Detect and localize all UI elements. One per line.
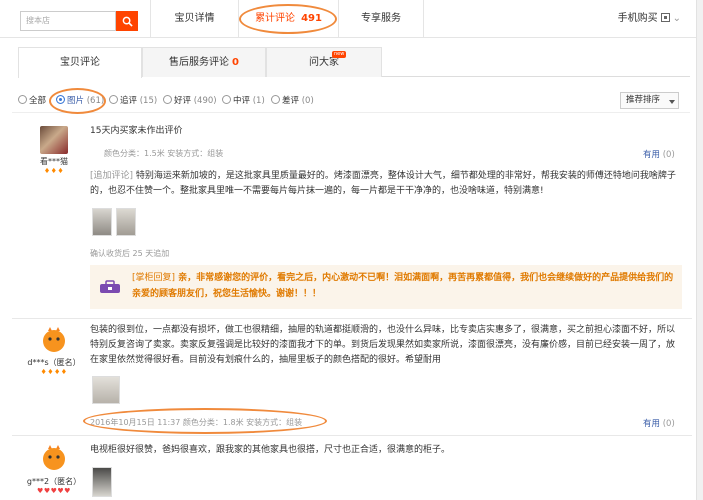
- filter-neutral[interactable]: 中评 (1): [222, 89, 265, 113]
- filter-negative[interactable]: 差评 (0): [271, 89, 314, 113]
- new-badge: new: [332, 51, 347, 58]
- filter-label: 好评: [174, 96, 192, 106]
- reviewer-level: ♦♦♦♦: [40, 368, 68, 376]
- avatar[interactable]: [40, 126, 68, 154]
- mobile-buy-link[interactable]: 手机购买 ⌄: [618, 0, 681, 38]
- tab-item-details[interactable]: 宝贝详情: [150, 0, 238, 38]
- qr-code-icon: [660, 13, 670, 22]
- highlight-ring: [239, 4, 337, 34]
- avatar[interactable]: [38, 323, 70, 355]
- tab-exclusive-service[interactable]: 专享服务: [338, 0, 424, 38]
- highlight-ring: [83, 408, 327, 434]
- filter-label: 全部: [29, 96, 47, 106]
- append-text: 特别海运来新加坡的，是这批家具里质量最好的。烤漆面漂亮，整体设计大气，细节都处理…: [90, 171, 676, 196]
- subtab-ask-everyone[interactable]: 问大家 new: [266, 47, 382, 77]
- filter-label: 差评: [282, 96, 300, 106]
- subtab-item-reviews[interactable]: 宝贝评论: [18, 47, 142, 78]
- review-text: 15天内买家未作出评价: [90, 126, 183, 136]
- reviewer-name[interactable]: 看***猫: [30, 156, 78, 167]
- search-button[interactable]: [116, 11, 138, 31]
- store-search-input[interactable]: 搜本店: [20, 11, 116, 31]
- avatar[interactable]: [38, 441, 70, 473]
- search-icon: [122, 16, 133, 27]
- radio-icon: [222, 95, 231, 104]
- useful-button[interactable]: 有用 (0): [643, 417, 675, 429]
- review-divider: [12, 435, 692, 436]
- chevron-down-icon: ⌄: [672, 13, 681, 24]
- highlight-ring: [49, 88, 106, 114]
- review-photo[interactable]: [92, 208, 112, 236]
- subtab-after-sales-reviews[interactable]: 售后服务评论 0: [142, 47, 266, 77]
- filter-all[interactable]: 全部: [18, 89, 46, 113]
- radio-icon: [109, 95, 118, 104]
- radio-icon: [271, 95, 280, 104]
- filter-count: (490): [193, 96, 217, 106]
- filter-count: (15): [139, 96, 158, 106]
- filter-count: (0): [301, 96, 314, 106]
- subtab-after-sales-label: 售后服务评论: [169, 57, 230, 68]
- filter-label: 中评: [233, 96, 251, 106]
- reviewer-level: ♥♥♥♥♥: [37, 487, 71, 495]
- reply-label: [掌柜回复]: [132, 273, 176, 283]
- radio-icon: [18, 95, 27, 104]
- after-sales-count: 0: [232, 57, 239, 68]
- review-divider: [12, 318, 692, 319]
- chevron-down-icon[interactable]: [665, 92, 679, 109]
- review-text: 包装的很到位，一点都没有损坏，做工也很精细，抽屉的轨道都挺顺滑的，也没什么异味，…: [90, 325, 676, 365]
- radio-icon: [163, 95, 172, 104]
- review-photo[interactable]: [92, 467, 112, 497]
- append-review: [追加评论] 特别海运来新加坡的，是这批家具里质量最好的。烤漆面漂亮，整体设计大…: [90, 169, 680, 199]
- filter-followup[interactable]: 追评 (15): [109, 89, 157, 113]
- reviewer-name[interactable]: g***2（匿名）: [24, 476, 84, 487]
- useful-label: 有用: [643, 419, 661, 429]
- seller-reply-text: [掌柜回复] 亲，非常感谢您的评价，看完之后，内心激动不已啊！泪如满面啊，再苦再…: [132, 270, 676, 302]
- useful-count: (0): [662, 419, 675, 429]
- filter-count: (1): [252, 96, 265, 106]
- useful-button[interactable]: 有用 (0): [643, 148, 675, 160]
- review-meta: 颜色分类：1.5米 安装方式：组装: [104, 149, 224, 158]
- reply-body: 亲，非常感谢您的评价，看完之后，内心激动不已啊！泪如满面啊，再苦再累都值得，我们…: [132, 273, 674, 299]
- sort-dropdown[interactable]: 推荐排序: [620, 92, 667, 109]
- scrollbar[interactable]: [696, 0, 703, 500]
- subtab-ask-label: 问大家: [309, 57, 339, 68]
- reviewer-name[interactable]: d***s（匿名）: [24, 357, 84, 368]
- review-photo[interactable]: [92, 376, 120, 404]
- append-note: 确认收货后 25 天追加: [90, 249, 170, 258]
- filter-positive[interactable]: 好评 (490): [163, 89, 217, 113]
- seller-reply-icon: [99, 280, 121, 294]
- append-label: [追加评论]: [90, 171, 134, 181]
- mobile-buy-label: 手机购买: [617, 13, 658, 24]
- reviewer-level: ♦♦♦: [43, 167, 65, 175]
- review-text: 电视柜很好很赞，爸妈很喜欢，跟我家的其他家具也很搭，尺寸也正合适，很满意的柜子。: [90, 445, 451, 455]
- review-photo[interactable]: [116, 208, 136, 236]
- useful-count: (0): [662, 150, 675, 160]
- useful-label: 有用: [643, 150, 661, 160]
- filter-label: 追评: [120, 96, 138, 106]
